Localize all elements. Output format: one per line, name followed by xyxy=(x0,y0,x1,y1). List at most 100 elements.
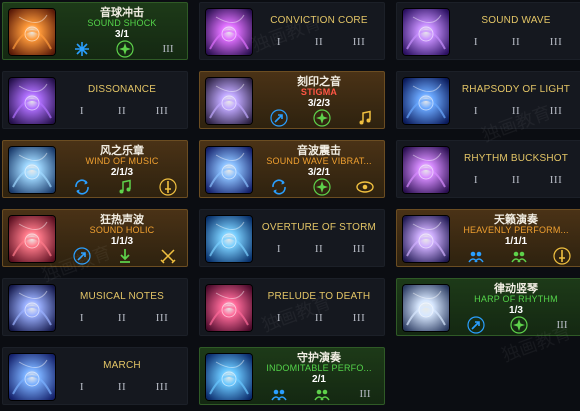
skill-card-sound-holic[interactable]: 狂热声波 SOUND HOLIC 1/1/3 xyxy=(2,209,188,267)
skill-thumbnail[interactable] xyxy=(206,9,252,55)
tripod-tier-2[interactable]: II xyxy=(501,105,531,117)
tripod-tier-2[interactable]: II xyxy=(304,36,334,48)
tripod-tier-1[interactable]: I xyxy=(264,243,294,255)
arrow-icon[interactable] xyxy=(73,247,91,265)
tripod-tier-3[interactable]: III xyxy=(344,243,374,255)
skill-thumbnail[interactable] xyxy=(9,9,55,55)
arrow-icon[interactable] xyxy=(270,109,288,127)
tripod-tier-3[interactable]: III xyxy=(147,105,177,117)
tripod-tier-1[interactable]: I xyxy=(264,36,294,48)
skill-thumbnail[interactable] xyxy=(9,78,55,124)
skill-name: CONVICTION CORE xyxy=(270,15,368,26)
music-note-icon[interactable] xyxy=(116,178,134,196)
tripod-tier-3[interactable]: III xyxy=(344,36,374,48)
group-icon[interactable] xyxy=(510,247,528,265)
skill-name: MARCH xyxy=(103,360,141,371)
tripod-tier-3[interactable]: III xyxy=(541,174,571,186)
skill-card-sound-wave[interactable]: SOUND WAVE I II III xyxy=(396,2,580,60)
tripod-tier-1[interactable]: I xyxy=(461,36,491,48)
tripod-tier-3[interactable]: III xyxy=(147,312,177,324)
tripod-tier-3[interactable]: III xyxy=(541,36,571,48)
starburst-icon[interactable] xyxy=(313,178,331,196)
skill-card-conviction-core[interactable]: CONVICTION CORE I II III xyxy=(199,2,385,60)
skill-card-harp-of-rhythm[interactable]: 律动竖琴 HARP OF RHYTHM 1/3 III xyxy=(396,278,580,336)
tripod-tier-2[interactable]: II xyxy=(304,312,334,324)
skill-thumbnail[interactable] xyxy=(403,78,449,124)
tripod-tier-2[interactable]: II xyxy=(501,36,531,48)
skill-card-prelude-to-death[interactable]: PRELUDE TO DEATH I II III xyxy=(199,278,385,336)
tripod-points: 2/1 xyxy=(312,374,326,385)
eye-icon[interactable] xyxy=(356,178,374,196)
skill-card-rhapsody-of-light[interactable]: RHAPSODY OF LIGHT I II III xyxy=(396,71,580,129)
tripod-tier-1[interactable]: I xyxy=(264,312,294,324)
skill-card-sound-wave-vibration[interactable]: 音波震击 SOUND WAVE VIBRAT... 3/2/1 xyxy=(199,140,385,198)
tripod-tier-3[interactable]: III xyxy=(147,381,177,393)
skill-thumbnail[interactable] xyxy=(9,147,55,193)
skill-thumbnail[interactable] xyxy=(403,285,449,331)
tripod-tier-list: I II III xyxy=(455,105,577,121)
tripod-tier-3[interactable]: III xyxy=(541,105,571,117)
tripod-tier-3[interactable]: III xyxy=(153,40,183,58)
tripod-points: 3/2/3 xyxy=(307,98,331,109)
skill-thumbnail[interactable] xyxy=(403,147,449,193)
skill-name: OVERTURE OF STORM xyxy=(261,222,377,233)
tripod-tier-3[interactable]: III xyxy=(350,385,380,403)
tripod-tier-1[interactable]: I xyxy=(461,105,491,117)
tripod-tier-2[interactable]: II xyxy=(107,312,137,324)
tripod-tier-2[interactable]: II xyxy=(501,174,531,186)
skill-name: RHYTHM BUCKSHOT xyxy=(463,153,569,164)
tripod-tier-list: I II III xyxy=(61,381,183,397)
tripod-tier-1[interactable]: I xyxy=(67,105,97,117)
skill-card-march[interactable]: MARCH I II III xyxy=(2,347,188,405)
tripod-tier-1[interactable]: I xyxy=(67,381,97,393)
skill-card-heavenly-performance[interactable]: 天籁演奏 HEAVENLY PERFORM... 1/1/1 xyxy=(396,209,580,267)
skill-card-wind-of-music[interactable]: 风之乐章 WIND OF MUSIC 2/1/3 xyxy=(2,140,188,198)
group-icon[interactable] xyxy=(313,385,331,403)
tripod-tier-list: I II III xyxy=(61,312,183,328)
skill-card-overture-of-storm[interactable]: OVERTURE OF STORM I II III xyxy=(199,209,385,267)
cycle-icon[interactable] xyxy=(270,178,288,196)
tripod-tier-3[interactable]: III xyxy=(344,312,374,324)
skill-name: PRELUDE TO DEATH xyxy=(267,291,371,302)
tripod-tier-2[interactable]: II xyxy=(107,381,137,393)
music-note-icon[interactable] xyxy=(356,109,374,127)
skill-thumbnail[interactable] xyxy=(403,9,449,55)
crossed-swords-icon[interactable] xyxy=(159,247,177,265)
starburst-icon[interactable] xyxy=(313,109,331,127)
tripod-tier-2[interactable]: II xyxy=(107,105,137,117)
skill-thumbnail[interactable] xyxy=(206,216,252,262)
starburst-icon[interactable] xyxy=(510,316,528,334)
sword-icon[interactable] xyxy=(553,247,571,265)
skill-thumbnail[interactable] xyxy=(403,216,449,262)
tripod-tier-1[interactable]: I xyxy=(67,312,97,324)
skill-card-indomitable-performance[interactable]: 守护演奏 INDOMITABLE PERFO... 2/1 III xyxy=(199,347,385,405)
skill-thumbnail[interactable] xyxy=(9,354,55,400)
cross-icon[interactable] xyxy=(73,40,91,58)
tripod-tier-list: I II III xyxy=(258,312,380,328)
down-arrow-icon[interactable] xyxy=(116,247,134,265)
arrow-icon[interactable] xyxy=(467,316,485,334)
tripod-tier-2[interactable]: II xyxy=(304,243,334,255)
skill-card-dissonance[interactable]: DISSONANCE I II III xyxy=(2,71,188,129)
skill-thumbnail[interactable] xyxy=(9,285,55,331)
group-icon[interactable] xyxy=(467,247,485,265)
skill-thumbnail[interactable] xyxy=(9,216,55,262)
tripod-points: 3/2/1 xyxy=(307,167,331,178)
tripod-tier-1[interactable]: I xyxy=(461,174,491,186)
group-icon[interactable] xyxy=(270,385,288,403)
starburst-icon[interactable] xyxy=(116,40,134,58)
tripod-points: 1/3 xyxy=(509,305,523,316)
tripod-tier-3[interactable]: III xyxy=(547,316,577,334)
skill-thumbnail[interactable] xyxy=(206,354,252,400)
skill-card-stigma[interactable]: 刻印之音 STIGMA 3/2/3 xyxy=(199,71,385,129)
skill-card-sound-shock[interactable]: 音球冲击 SOUND SHOCK 3/1 III xyxy=(2,2,188,60)
sword-icon[interactable] xyxy=(159,178,177,196)
skill-thumbnail[interactable] xyxy=(206,285,252,331)
skill-card-rhythm-buckshot[interactable]: RHYTHM BUCKSHOT I II III xyxy=(396,140,580,198)
skill-name-en: SOUND HOLIC xyxy=(89,225,155,235)
skill-thumbnail[interactable] xyxy=(206,78,252,124)
cycle-icon[interactable] xyxy=(73,178,91,196)
skill-card-musical-notes[interactable]: MUSICAL NOTES I II III xyxy=(2,278,188,336)
skill-thumbnail[interactable] xyxy=(206,147,252,193)
tripod-runes xyxy=(61,247,183,265)
